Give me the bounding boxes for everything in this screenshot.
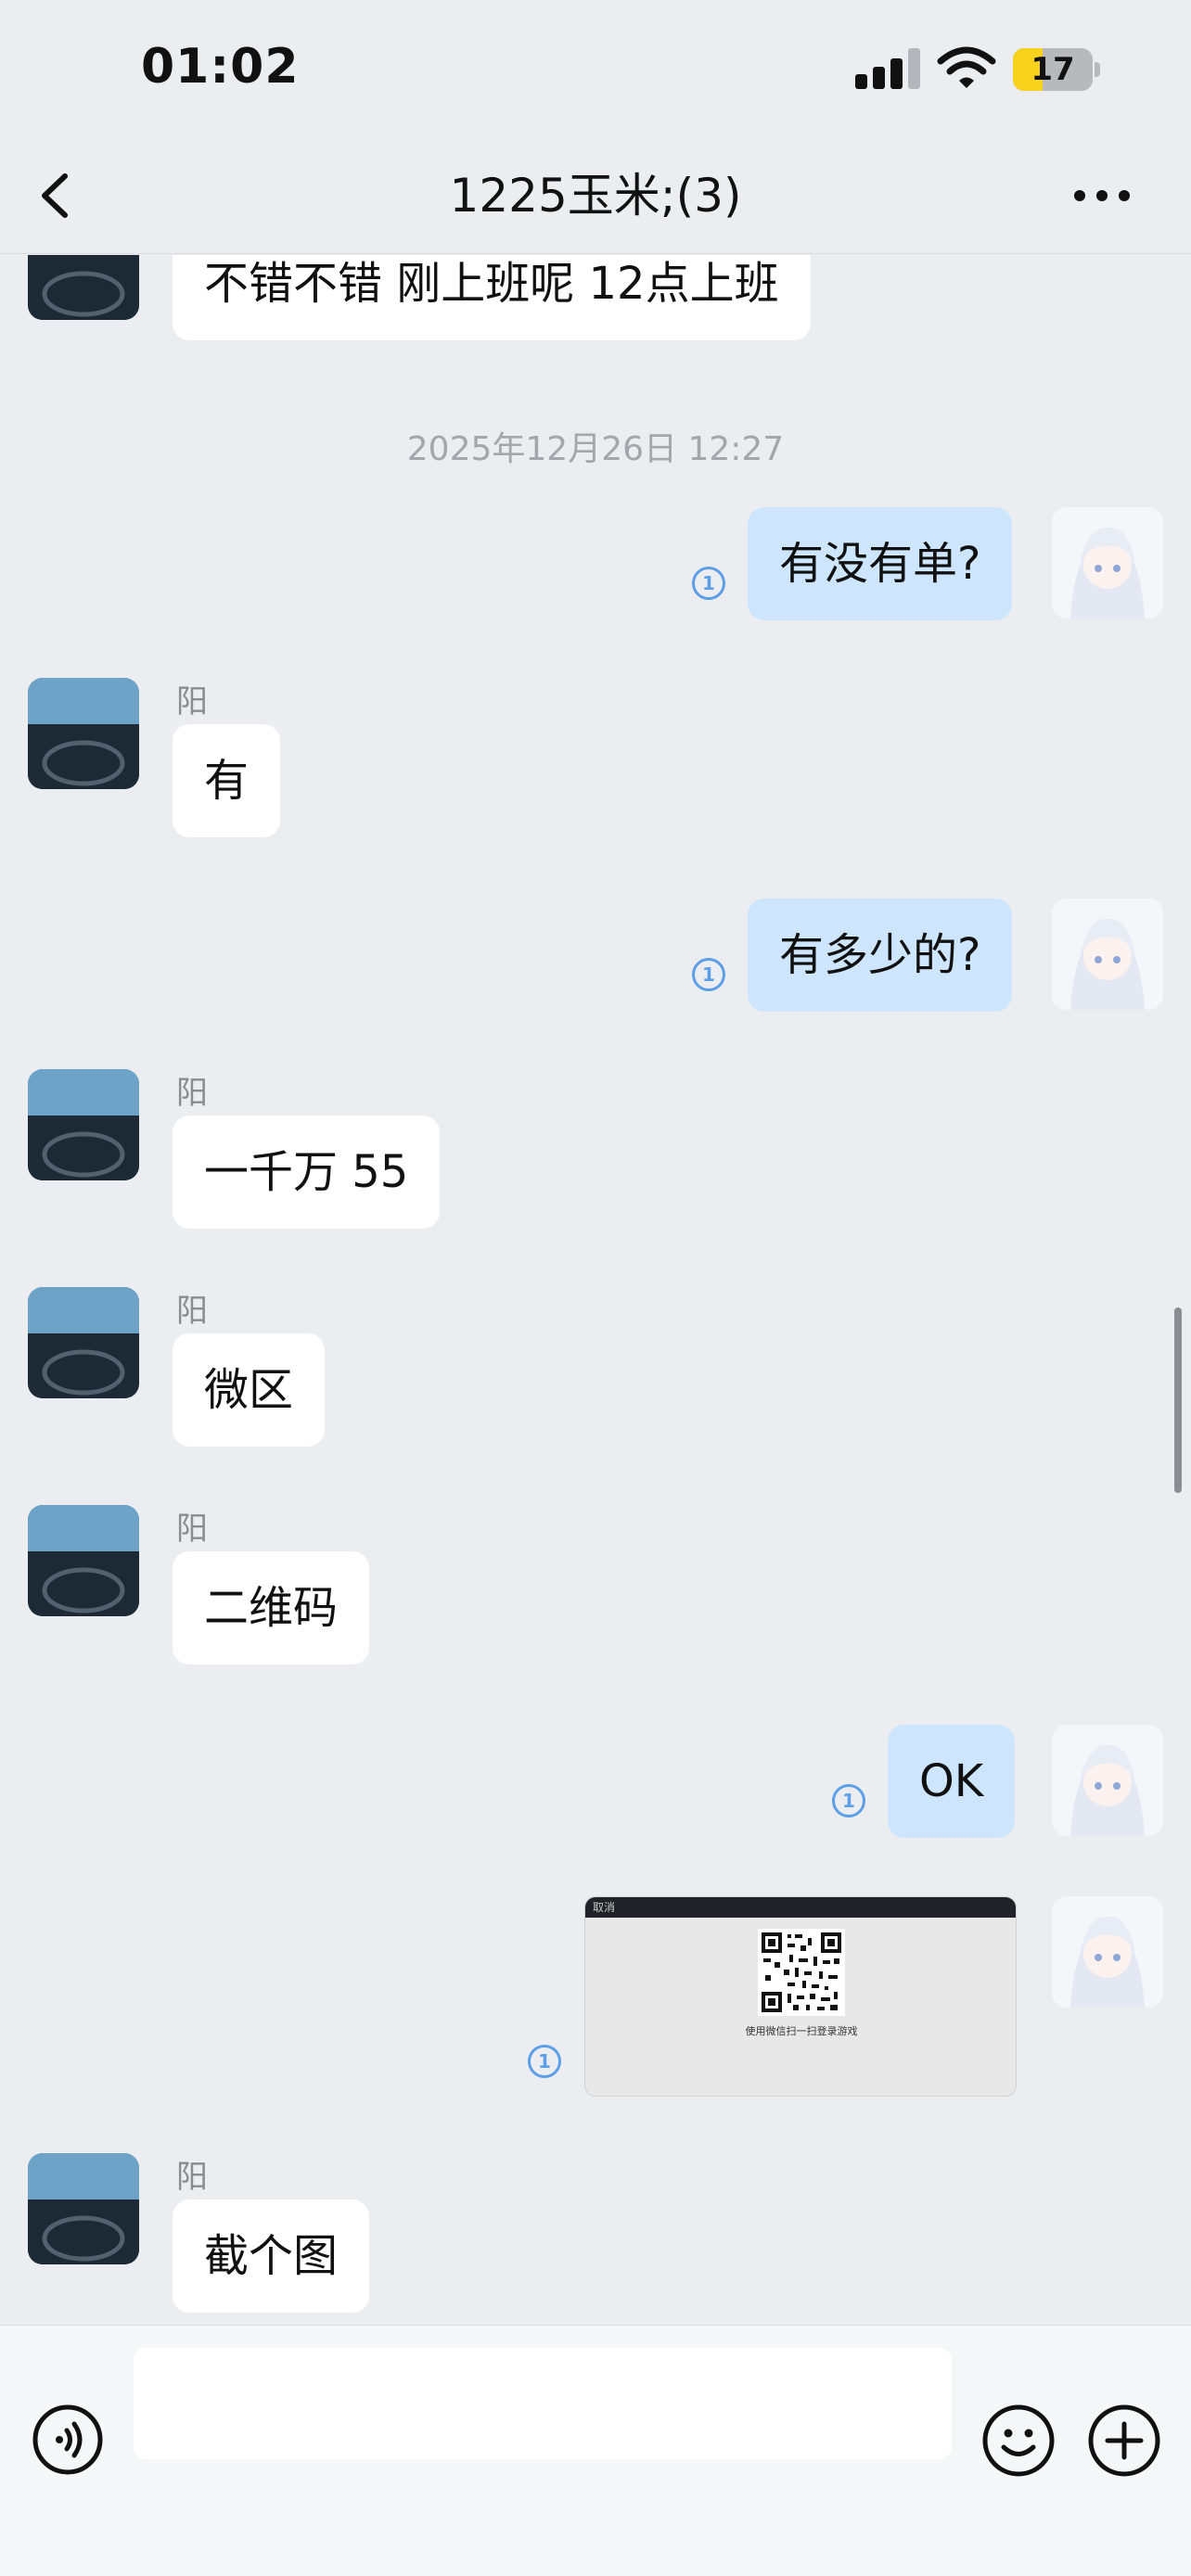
message-bubble[interactable]: 二维码: [173, 1551, 370, 1664]
message-bubble[interactable]: 不错不错 刚上班呢 12点上班: [173, 255, 811, 340]
chat-message-list[interactable]: 不错不错 刚上班呢 12点上班 2025年12月26日 12:27 1 有没有单…: [0, 255, 1191, 2325]
sender-name: 阳: [176, 1293, 208, 1330]
chat-title[interactable]: 1225玉米;(3): [224, 163, 967, 228]
screenshot-topbar-text: 取消: [593, 1901, 616, 1914]
avatar[interactable]: [28, 2153, 139, 2264]
chat-header: 1225玉米;(3): [0, 139, 1191, 254]
emoji-icon[interactable]: [981, 2404, 1056, 2478]
message-bubble[interactable]: 一千万 55: [173, 1116, 441, 1229]
message-bubble[interactable]: 微区: [173, 1333, 326, 1447]
sender-name: 阳: [176, 2159, 208, 2196]
read-receipt-icon: 1: [528, 2045, 561, 2078]
message-bubble[interactable]: 截个图: [173, 2200, 370, 2313]
message-bubble[interactable]: 有没有单?: [748, 507, 1013, 620]
input-bar: [0, 2325, 1191, 2576]
more-dots-icon[interactable]: [1067, 163, 1137, 228]
avatar[interactable]: [1052, 1725, 1163, 1836]
plus-icon[interactable]: [1087, 2404, 1161, 2478]
qr-code-image: [758, 1929, 845, 2016]
read-receipt-icon: 1: [692, 958, 725, 991]
status-time: 01:02: [141, 39, 300, 95]
avatar[interactable]: [1052, 1896, 1163, 2008]
timestamp: 2025年12月26日 12:27: [406, 430, 785, 468]
screenshot-topbar: 取消: [585, 1897, 1016, 1918]
cellular-signal-icon: [855, 48, 920, 89]
screenshot-caption: 使用微信扫一扫登录游戏: [745, 2025, 858, 2037]
avatar[interactable]: [1052, 899, 1163, 1010]
read-receipt-icon: 1: [832, 1784, 865, 1817]
sender-name: 阳: [176, 683, 208, 721]
avatar[interactable]: [1052, 507, 1163, 618]
chevron-left-icon[interactable]: [26, 163, 91, 228]
battery-indicator: 17: [1013, 48, 1100, 91]
message-bubble[interactable]: OK: [888, 1725, 1016, 1838]
avatar[interactable]: [28, 255, 139, 320]
scrollbar[interactable]: [1174, 1307, 1182, 1493]
battery-level: 17: [1031, 51, 1075, 88]
avatar[interactable]: [28, 1069, 139, 1180]
message-bubble[interactable]: 有: [173, 724, 281, 837]
sender-name: 阳: [176, 1075, 208, 1112]
avatar[interactable]: [28, 1287, 139, 1398]
status-bar: 01:02 17: [0, 0, 1191, 139]
message-input[interactable]: [134, 2348, 952, 2459]
voice-icon[interactable]: [32, 2404, 104, 2476]
screenshot-image[interactable]: 取消 使用微信扫一扫登录游戏: [584, 1896, 1017, 2097]
sender-name: 阳: [176, 1511, 208, 1548]
avatar[interactable]: [28, 678, 139, 789]
wifi-icon: [937, 46, 996, 88]
avatar[interactable]: [28, 1505, 139, 1616]
message-bubble[interactable]: 有多少的?: [748, 899, 1013, 1012]
read-receipt-icon: 1: [692, 567, 725, 600]
